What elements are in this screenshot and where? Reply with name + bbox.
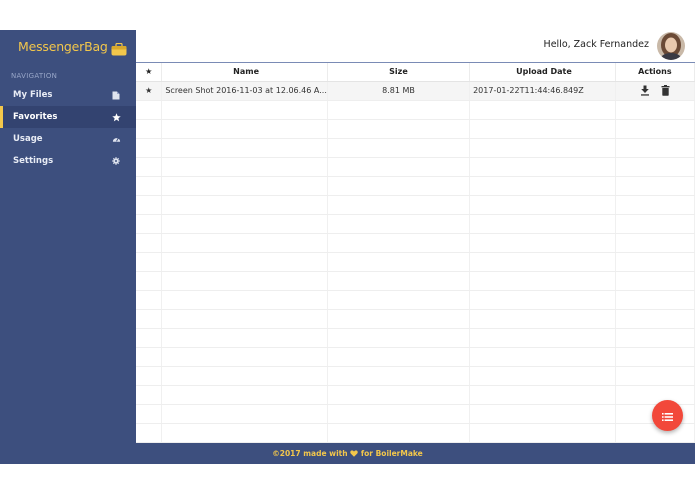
nav-heading: NAVIGATION <box>11 72 58 80</box>
empty-row <box>136 309 695 329</box>
file-name[interactable]: Screen Shot 2016-11-03 at 12.06.46 A... <box>161 81 328 101</box>
download-icon[interactable] <box>639 85 651 97</box>
empty-row <box>136 347 695 367</box>
column-header-star[interactable]: ★ <box>136 63 163 82</box>
empty-row <box>136 176 695 196</box>
column-header-actions: Actions <box>615 63 695 82</box>
list-icon <box>662 406 673 425</box>
empty-row <box>136 271 695 291</box>
list-fab-button[interactable] <box>652 400 683 431</box>
row-actions <box>615 81 695 101</box>
sidebar-item-label: Settings <box>13 156 54 166</box>
files-panel: ★ Name Size Upload Date Actions ★ Screen… <box>136 63 695 443</box>
empty-row <box>136 328 695 348</box>
sidebar-item-my-files[interactable]: My Files <box>0 84 136 106</box>
empty-row <box>136 404 695 424</box>
empty-row <box>136 100 695 120</box>
dashboard-icon <box>112 135 121 143</box>
column-header-name[interactable]: Name <box>161 63 328 82</box>
avatar[interactable] <box>657 32 685 60</box>
empty-row <box>136 385 695 405</box>
brand-name: MessengerBag <box>18 39 108 54</box>
trash-icon[interactable] <box>659 84 671 97</box>
column-header-size[interactable]: Size <box>327 63 471 82</box>
empty-row <box>136 366 695 386</box>
column-header-upload-date[interactable]: Upload Date <box>469 63 616 82</box>
empty-row <box>136 195 695 215</box>
empty-row <box>136 423 695 443</box>
empty-row <box>136 214 695 234</box>
empty-row <box>136 290 695 310</box>
top-header: MessengerBag Hello, Zack Fernandez <box>0 30 695 63</box>
empty-row <box>136 233 695 253</box>
footer: ©2017 made with for BoilerMake <box>0 443 695 464</box>
file-icon <box>112 91 120 100</box>
brand-logo[interactable]: MessengerBag <box>0 30 136 63</box>
upload-date: 2017-01-22T11:44:46.849Z <box>469 81 616 101</box>
star-icon <box>112 113 121 122</box>
table-row[interactable]: ★ Screen Shot 2016-11-03 at 12.06.46 A..… <box>136 81 695 101</box>
footer-text-suffix: for BoilerMake <box>360 449 423 458</box>
heart-icon <box>350 449 358 458</box>
empty-row <box>136 119 695 139</box>
sidebar-item-favorites[interactable]: Favorites <box>0 106 136 128</box>
sidebar-item-label: My Files <box>13 90 53 100</box>
empty-row <box>136 138 695 158</box>
sidebar-item-usage[interactable]: Usage <box>0 128 136 150</box>
sidebar-item-label: Usage <box>13 134 43 144</box>
favorite-star-toggle[interactable]: ★ <box>136 81 163 101</box>
empty-row <box>136 252 695 272</box>
files-table: ★ Name Size Upload Date Actions ★ Screen… <box>136 63 695 443</box>
footer-text-prefix: ©2017 made with <box>272 449 348 458</box>
file-size: 8.81 MB <box>327 81 471 101</box>
gear-icon <box>112 157 120 165</box>
sidebar-item-settings[interactable]: Settings <box>0 150 136 172</box>
table-header-row: ★ Name Size Upload Date Actions <box>136 63 695 82</box>
bag-icon <box>111 41 127 55</box>
sidebar: NAVIGATION My Files Favorites Usage Sett… <box>0 63 136 443</box>
empty-row <box>136 157 695 177</box>
sidebar-item-label: Favorites <box>13 112 58 122</box>
user-greeting: Hello, Zack Fernandez <box>543 39 649 50</box>
